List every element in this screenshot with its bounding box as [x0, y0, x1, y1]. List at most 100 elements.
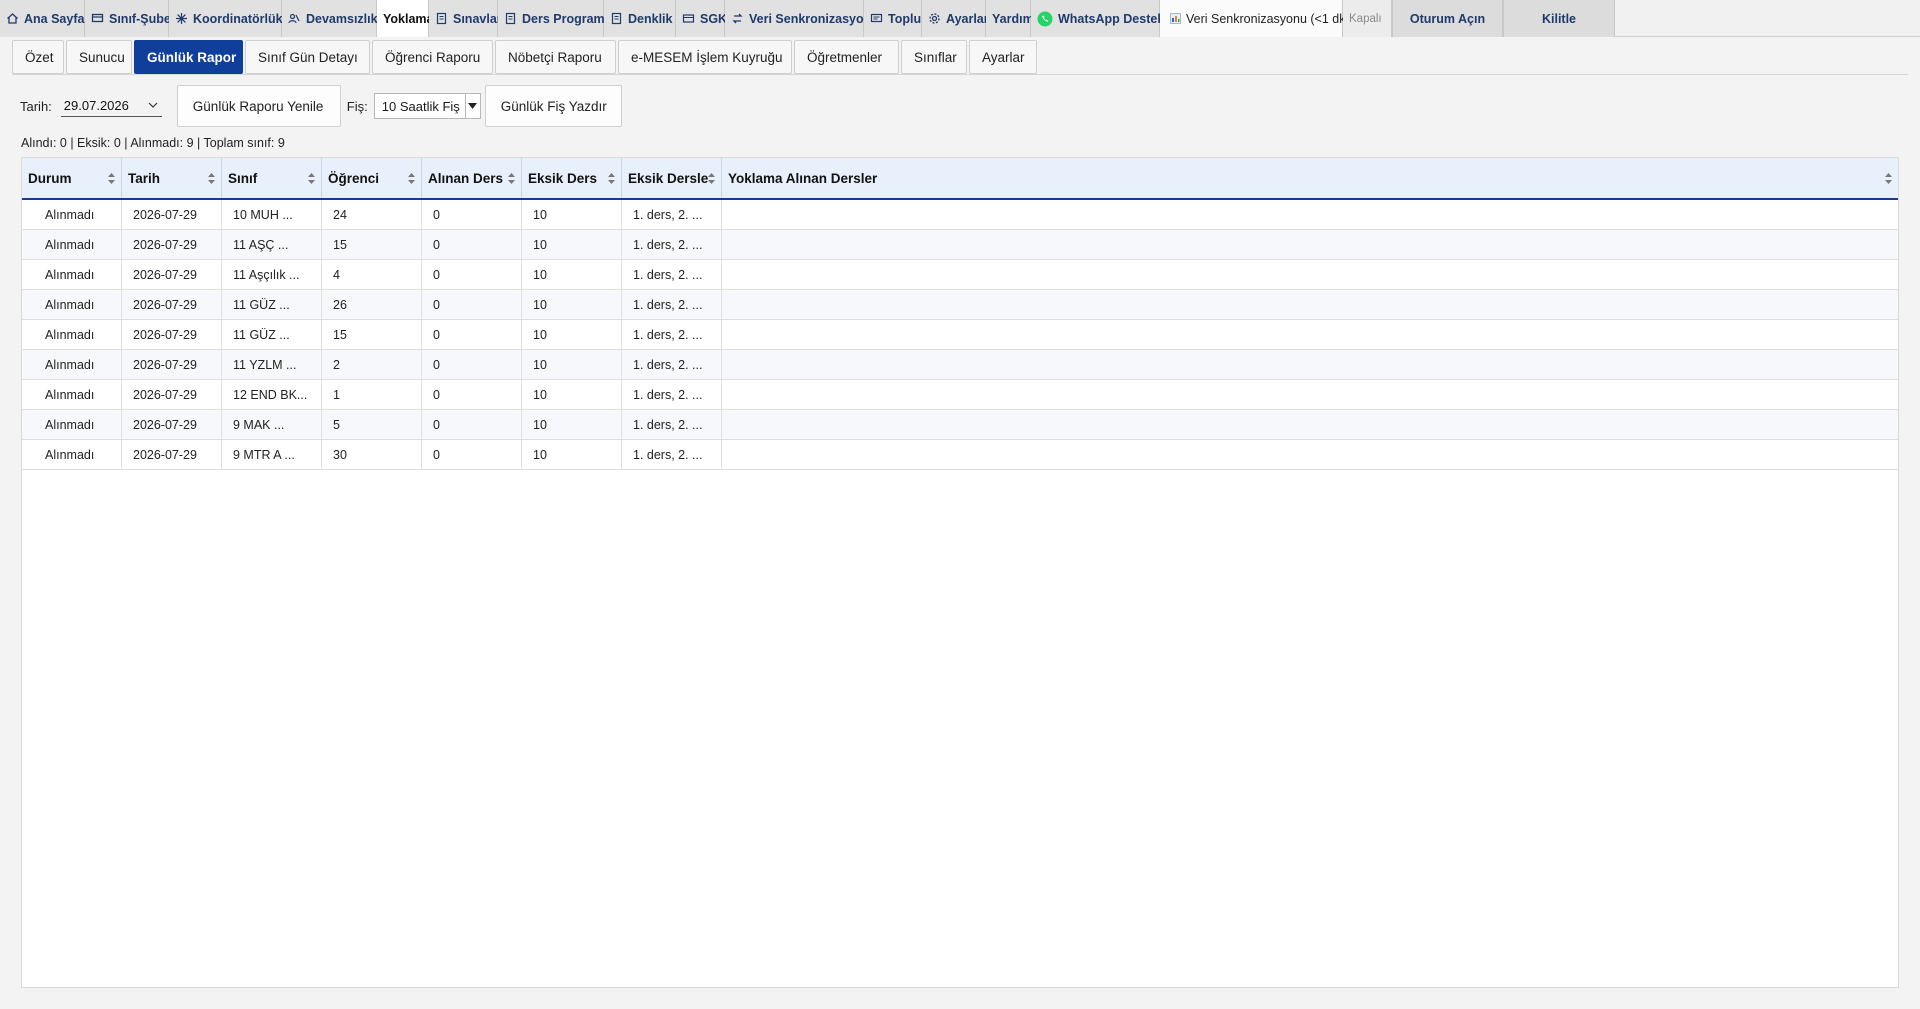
table-row[interactable]: Alınmadı 2026-07-29 10 MUH ... 24 0 10 1. ders…	[22, 200, 1898, 230]
cell-class: 9 MTR A ...	[222, 440, 322, 469]
tab-sync-status[interactable]: Veri Senkronizasyonu (<1 dk)	[1160, 0, 1350, 37]
subtab-server[interactable]: Sunucu	[66, 40, 132, 74]
tab-data-sync-label: Veri Senkronizasyon	[749, 11, 872, 26]
column-header-missing-lesson-list[interactable]: Eksik Dersle	[622, 158, 722, 198]
tab-equivalence[interactable]: Denklik	[604, 0, 676, 37]
tab-exams[interactable]: Sınavlar	[429, 0, 502, 37]
receipt-select[interactable]: 10 Saatlik Fiş	[373, 93, 481, 119]
column-header-status[interactable]: Durum	[22, 158, 122, 198]
column-header-taken-lessons[interactable]: Alınan Ders	[422, 158, 522, 198]
login-button[interactable]: Oturum Açın	[1392, 0, 1503, 37]
tab-whatsapp[interactable]: WhatsApp Destek	[1031, 0, 1164, 37]
cell-status: Alınmadı	[22, 440, 122, 469]
cell-status: Alınmadı	[22, 320, 122, 349]
cell-missing-lessons: 10	[522, 410, 622, 439]
tab-coordination-label: Koordinatörlük	[193, 11, 283, 26]
table-row[interactable]: Alınmadı 2026-07-29 11 GÜZ ... 26 0 10 1. ders…	[22, 290, 1898, 320]
tab-sgk-label: SGK	[700, 11, 728, 26]
column-header-attendance-lessons[interactable]: Yoklama Alınan Dersler	[722, 158, 1898, 198]
tab-schedule[interactable]: Ders Programı	[498, 0, 608, 37]
cell-missing-lesson-list: 1. ders, 2. ...	[622, 380, 722, 409]
tab-whatsapp-label: WhatsApp Destek	[1058, 11, 1165, 26]
tab-sgk[interactable]: SGK	[676, 0, 728, 37]
column-header-label: Durum	[28, 170, 72, 186]
dropdown-arrow-icon[interactable]	[464, 94, 480, 118]
date-picker[interactable]: 29.07.2026	[60, 95, 162, 117]
lock-button[interactable]: Kilitle	[1503, 0, 1615, 37]
tab-help[interactable]: Yardım	[986, 0, 1034, 37]
class-icon	[91, 12, 104, 25]
column-header-label: Sınıf	[228, 170, 258, 186]
cell-status: Alınmadı	[22, 200, 122, 229]
subtab-daily-report[interactable]: Günlük Rapor	[134, 40, 243, 74]
column-header-label: Tarih	[128, 170, 161, 186]
cell-status: Alınmadı	[22, 290, 122, 319]
tab-bulk[interactable]: Toplu	[864, 0, 922, 37]
table-row[interactable]: Alınmadı 2026-07-29 9 MAK ... 5 0 10 1. ders, …	[22, 410, 1898, 440]
whatsapp-icon	[1037, 11, 1053, 27]
table-row[interactable]: Alınmadı 2026-07-29 11 AŞÇ ... 15 0 10 1. ders…	[22, 230, 1898, 260]
column-header-label: Eksik Ders	[528, 170, 598, 186]
cell-missing-lesson-list: 1. ders, 2. ...	[622, 350, 722, 379]
sort-icon	[1885, 172, 1892, 184]
table-row[interactable]: Alınmadı 2026-07-29 11 GÜZ ... 15 0 10 1. ders…	[22, 320, 1898, 350]
column-header-label: Alınan Ders	[428, 170, 504, 186]
subtab-settings[interactable]: Ayarlar	[969, 40, 1037, 74]
tab-attendance[interactable]: Yoklama	[377, 0, 434, 37]
column-header-date[interactable]: Tarih	[122, 158, 222, 198]
summary-text: Alındı: 0 | Eksik: 0 | Alınmadı: 9 | Top…	[21, 136, 285, 150]
cell-student-count: 26	[322, 290, 422, 319]
tab-data-sync[interactable]: Veri Senkronizasyon	[725, 0, 871, 37]
cell-attendance-lessons	[722, 350, 1898, 379]
refresh-report-button[interactable]: Günlük Raporu Yenile	[176, 85, 341, 127]
tab-class-branch[interactable]: Sınıf-Şube	[85, 0, 171, 37]
subtab-class-day-detail[interactable]: Sınıf Gün Detayı	[245, 40, 370, 74]
column-header-class[interactable]: Sınıf	[222, 158, 322, 198]
connection-status-label: Kapalı	[1349, 12, 1382, 25]
cell-student-count: 4	[322, 260, 422, 289]
cell-student-count: 2	[322, 350, 422, 379]
subtab-summary[interactable]: Özet	[12, 40, 64, 74]
chevron-down-icon[interactable]	[147, 99, 159, 111]
column-header-missing-lessons[interactable]: Eksik Ders	[522, 158, 622, 198]
cell-student-count: 1	[322, 380, 422, 409]
tab-home[interactable]: Ana Sayfa	[0, 0, 85, 37]
message-icon	[870, 12, 883, 25]
sync-icon	[731, 12, 744, 25]
column-header-label: Öğrenci	[328, 170, 380, 186]
column-header-label: Eksik Dersle	[628, 170, 709, 186]
cell-class: 11 Aşçılık ...	[222, 260, 322, 289]
tab-attendance-label: Yoklama	[383, 11, 434, 26]
column-header-label: Yoklama Alınan Dersler	[728, 170, 878, 186]
subtab-emesem-queue[interactable]: e-MESEM İşlem Kuyruğu	[618, 40, 792, 74]
sort-icon	[308, 172, 315, 184]
gear-icon	[928, 12, 941, 25]
sort-icon	[108, 172, 115, 184]
document-icon	[504, 12, 517, 25]
tab-settings[interactable]: Ayarlar	[922, 0, 989, 37]
subtab-student-report[interactable]: Öğrenci Raporu	[372, 40, 493, 74]
cell-status: Alınmadı	[22, 230, 122, 259]
subtab-classes[interactable]: Sınıflar	[901, 40, 967, 74]
people-icon	[288, 12, 301, 25]
table-row[interactable]: Alınmadı 2026-07-29 11 Aşçılık ... 4 0 10 1. d…	[22, 260, 1898, 290]
tab-absence-label: Devamsızlık	[306, 11, 378, 26]
sort-icon	[608, 172, 615, 184]
sort-icon	[208, 172, 215, 184]
tab-bulk-label: Toplu	[888, 11, 922, 26]
tab-absence[interactable]: Devamsızlık	[282, 0, 378, 37]
tab-coordination[interactable]: Koordinatörlük	[169, 0, 283, 37]
table-row[interactable]: Alınmadı 2026-07-29 9 MTR A ... 30 0 10 1. der…	[22, 440, 1898, 470]
lock-button-label: Kilitle	[1541, 11, 1577, 26]
cell-date: 2026-07-29	[122, 260, 222, 289]
cell-date: 2026-07-29	[122, 440, 222, 469]
cell-status: Alınmadı	[22, 350, 122, 379]
column-header-student[interactable]: Öğrenci	[322, 158, 422, 198]
subtab-duty-report[interactable]: Nöbetçi Raporu	[495, 40, 616, 74]
print-receipt-button[interactable]: Günlük Fiş Yazdır	[484, 85, 622, 127]
table-row[interactable]: Alınmadı 2026-07-29 12 END BK... 1 0 10 1. der…	[22, 380, 1898, 410]
table-row[interactable]: Alınmadı 2026-07-29 11 YZLM ... 2 0 10 1. ders…	[22, 350, 1898, 380]
subtab-teachers[interactable]: Öğretmenler	[794, 40, 899, 74]
cell-attendance-lessons	[722, 440, 1898, 469]
document-icon	[435, 12, 448, 25]
